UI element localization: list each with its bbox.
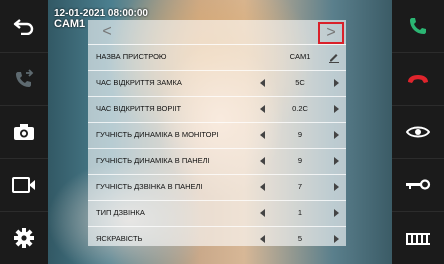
setting-row-panel-volume: ГУЧНІСТЬ ДИНАМІКА В ПАНЕЛІ 9 [88, 149, 346, 175]
back-button[interactable] [0, 0, 48, 53]
decrease-arrow-icon[interactable] [260, 157, 265, 165]
monitor-button[interactable] [392, 106, 444, 159]
decrease-arrow-icon[interactable] [260, 235, 265, 243]
snapshot-button[interactable] [0, 106, 48, 159]
increase-arrow-icon[interactable] [334, 131, 339, 139]
settings-button[interactable] [0, 212, 48, 264]
setting-label: ЧАС ВІДКРИТТЯ ВОРІІТ [96, 104, 182, 113]
decrease-arrow-icon[interactable] [260, 79, 265, 87]
camera-icon [14, 124, 34, 140]
setting-value: 5 [297, 234, 303, 243]
gate-button[interactable] [392, 212, 444, 264]
setting-label: ЯСКРАВІСТЬ [96, 234, 143, 243]
setting-row-monitor-volume: ГУЧНІСТЬ ДИНАМІКА В МОНІТОРІ 9 [88, 123, 346, 149]
setting-row-brightness: ЯСКРАВІСТЬ 5 [88, 227, 346, 246]
hang-up-button[interactable] [392, 53, 444, 106]
setting-value: 0.2C [292, 104, 308, 113]
next-page-button[interactable]: > [318, 22, 344, 44]
setting-label: ЧАС ВІДКРИТТЯ ЗАМКА [96, 78, 182, 87]
setting-row-gate-time: ЧАС ВІДКРИТТЯ ВОРІІТ 0.2C [88, 97, 346, 123]
setting-label: ГУЧНІСТЬ ДЗВІНКА В ПАНЕЛІ [96, 182, 203, 191]
monitor-eye-icon [406, 126, 430, 138]
increase-arrow-icon[interactable] [334, 183, 339, 191]
decrease-arrow-icon[interactable] [260, 183, 265, 191]
setting-value: 9 [297, 156, 303, 165]
increase-arrow-icon[interactable] [334, 157, 339, 165]
hang-up-icon [408, 75, 428, 83]
setting-label: ГУЧНІСТЬ ДИНАМІКА В ПАНЕЛІ [96, 156, 210, 165]
video-record-icon [12, 177, 35, 193]
call-transfer-icon [16, 69, 34, 87]
unlock-key-icon [406, 179, 431, 190]
settings-nav: < > [88, 20, 346, 45]
decrease-arrow-icon[interactable] [260, 209, 265, 217]
left-sidebar [0, 0, 48, 264]
settings-gear-icon [14, 228, 34, 248]
settings-panel: < > НАЗВА ПРИСТРОЮ CAM1 ЧАС ВІДКРИТТЯ ЗА… [88, 20, 346, 246]
right-sidebar [392, 0, 444, 264]
setting-row-lock-time: ЧАС ВІДКРИТТЯ ЗАМКА 5C [88, 71, 346, 97]
prev-page-button[interactable]: < [98, 23, 116, 41]
edit-pencil-icon[interactable] [328, 50, 340, 68]
increase-arrow-icon[interactable] [334, 79, 339, 87]
unlock-button[interactable] [392, 159, 444, 212]
setting-value: 1 [297, 208, 303, 217]
setting-row-device-name[interactable]: НАЗВА ПРИСТРОЮ CAM1 [88, 45, 346, 71]
video-record-button[interactable] [0, 159, 48, 212]
setting-label: ТИП ДЗВІНКА [96, 208, 145, 217]
call-transfer-button[interactable] [0, 53, 48, 106]
setting-value: CAM1 [289, 52, 311, 61]
gate-icon [406, 233, 430, 245]
setting-row-ring-type: ТИП ДЗВІНКА 1 [88, 201, 346, 227]
increase-arrow-icon[interactable] [334, 235, 339, 243]
increase-arrow-icon[interactable] [334, 209, 339, 217]
setting-value: 7 [297, 182, 303, 191]
decrease-arrow-icon[interactable] [260, 105, 265, 113]
back-arrow-icon [13, 19, 34, 35]
answer-call-icon [410, 18, 426, 34]
setting-value: 9 [297, 130, 303, 139]
intercom-screen: 12-01-2021 08:00:00 CAM1 < > НАЗВА ПРИСТ… [0, 0, 444, 264]
setting-label: НАЗВА ПРИСТРОЮ [96, 52, 167, 61]
setting-row-ring-volume: ГУЧНІСТЬ ДЗВІНКА В ПАНЕЛІ 7 [88, 175, 346, 201]
setting-value: 5C [295, 78, 305, 87]
decrease-arrow-icon[interactable] [260, 131, 265, 139]
setting-label: ГУЧНІСТЬ ДИНАМІКА В МОНІТОРІ [96, 130, 219, 139]
increase-arrow-icon[interactable] [334, 105, 339, 113]
answer-call-button[interactable] [392, 0, 444, 53]
